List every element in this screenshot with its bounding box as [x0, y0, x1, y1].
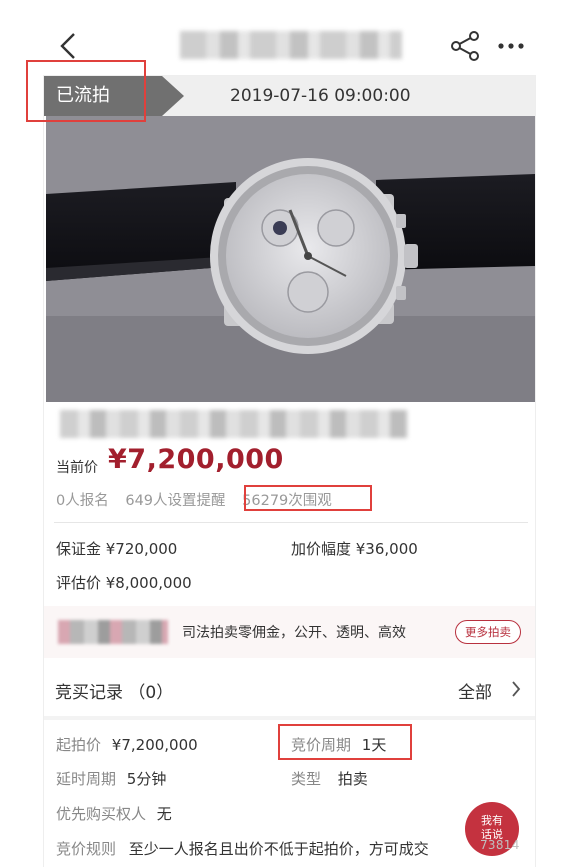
watermark: 73814	[480, 838, 520, 852]
status-highlight-box	[26, 60, 146, 122]
promo-banner: 司法拍卖零佣金，公开、透明、高效 更多拍卖	[44, 606, 535, 658]
auction-detail-page: 已流拍 2019-07-16 09:00:00 当前价 ¥7,200,000 0…	[0, 0, 576, 867]
bid-records-title: 竞买记录 （0）	[55, 683, 174, 703]
section-gap	[44, 716, 535, 720]
views-highlight-box	[244, 485, 372, 511]
priority-row: 优先购买权人 无	[56, 803, 172, 824]
share-icon[interactable]	[450, 30, 480, 62]
fab-line1: 我有	[481, 814, 503, 827]
start-price-value: ¥7,200,000	[111, 736, 198, 754]
priority-value: 无	[156, 805, 172, 823]
bid-records-all-link[interactable]: 全部	[458, 678, 492, 703]
more-horizontal-icon[interactable]	[496, 32, 526, 60]
deposit-info: 保证金 ¥720,000	[56, 540, 178, 558]
delay-row: 延时周期 5分钟	[56, 768, 166, 789]
watch-image	[46, 116, 535, 402]
delay-label: 延时周期	[56, 770, 117, 788]
type-value: 拍卖	[337, 770, 368, 788]
start-price-row: 起拍价 ¥7,200,000	[56, 734, 198, 755]
current-price: ¥7,200,000	[108, 444, 284, 475]
rule-label: 竞价规则	[56, 840, 117, 858]
auction-datetime: 2019-07-16 09:00:00	[230, 86, 411, 106]
signup-count: 0人报名	[56, 493, 109, 509]
rule-value: 至少一人报名且出价不低于起拍价，方可成交	[128, 840, 429, 858]
increment-info: 加价幅度 ¥36,000	[291, 540, 418, 558]
chevron-right-icon	[512, 681, 521, 697]
page-title-obscured	[180, 31, 402, 59]
priority-label: 优先购买权人	[56, 805, 147, 823]
rule-row: 竞价规则 至少一人报名且出价不低于起拍价，方可成交	[56, 838, 476, 859]
promo-text: 司法拍卖零佣金，公开、透明、高效	[182, 625, 406, 641]
type-row: 类型 拍卖	[291, 768, 368, 789]
more-auctions-button[interactable]: 更多拍卖	[455, 620, 521, 644]
start-price-label: 起拍价	[56, 736, 102, 754]
divider	[54, 522, 528, 523]
promo-logo-obscured	[58, 620, 168, 644]
bid-records-row[interactable]: 竞买记录 （0） 全部	[44, 658, 535, 716]
appraisal-info: 评估价 ¥8,000,000	[56, 574, 192, 592]
reminder-count: 649人设置提醒	[125, 493, 226, 509]
delay-value: 5分钟	[126, 770, 167, 788]
item-name-obscured	[60, 410, 408, 438]
type-label: 类型	[291, 770, 322, 788]
cycle-highlight-box	[278, 724, 412, 760]
price-label: 当前价	[56, 460, 98, 476]
product-photo-watch[interactable]	[46, 116, 535, 402]
